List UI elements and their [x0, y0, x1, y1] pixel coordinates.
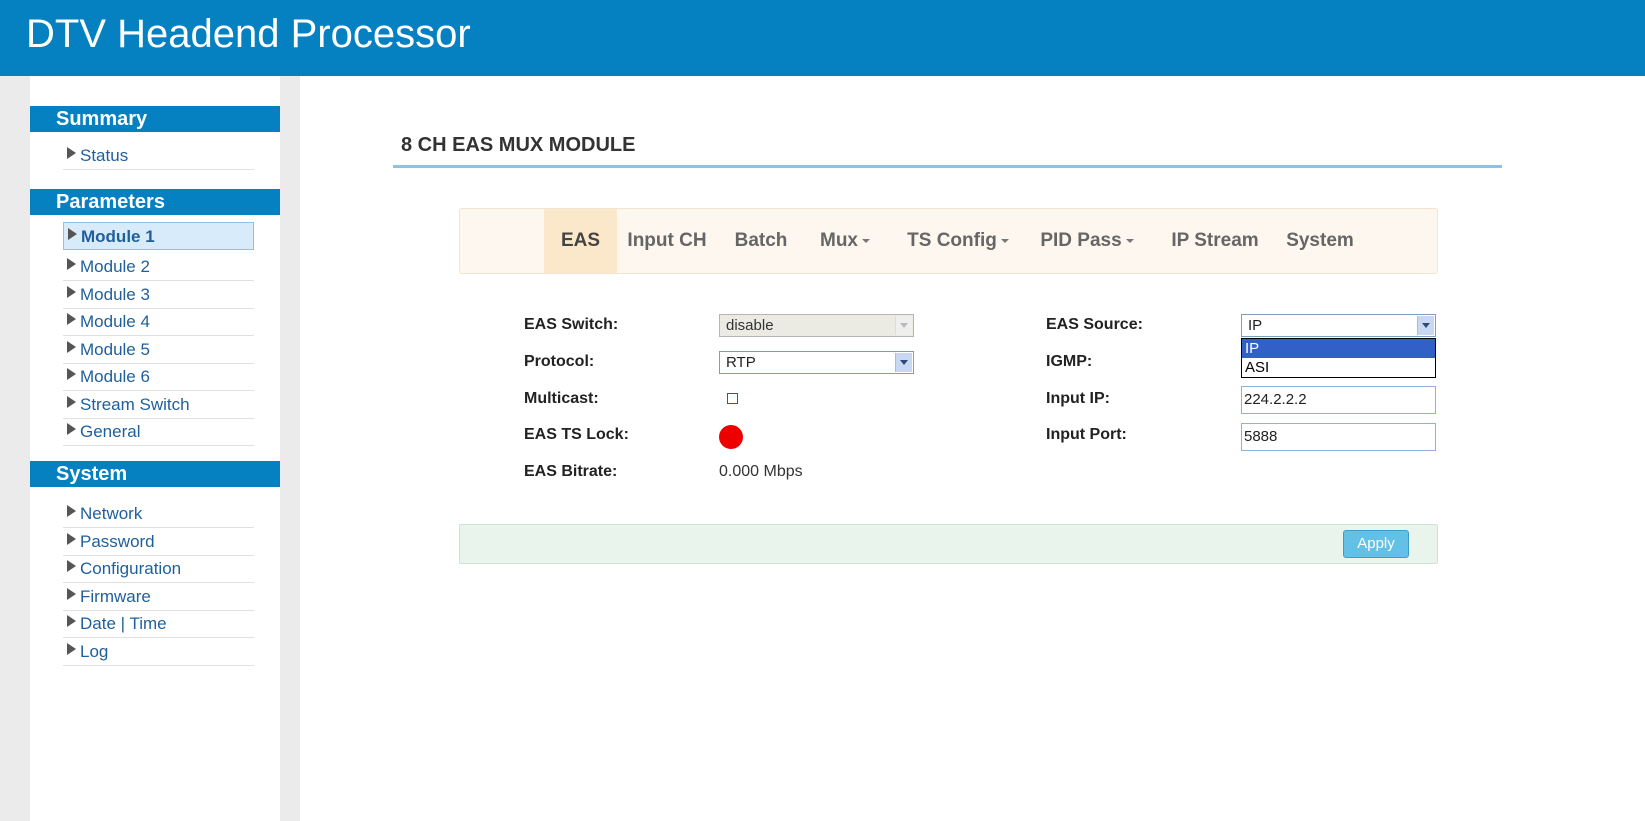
- tab-bar: EAS Input CH Batch Mux TS Config PID Pas…: [459, 208, 1438, 274]
- eas-source-dropdown-list: IP ASI: [1241, 338, 1436, 378]
- title-divider: [393, 165, 1502, 168]
- sidebar-item-module-4[interactable]: Module 4: [63, 308, 254, 336]
- page-title: 8 CH EAS MUX MODULE: [401, 134, 636, 156]
- tab-ts-config[interactable]: TS Config: [899, 209, 1017, 273]
- protocol-label: Protocol:: [524, 353, 595, 370]
- triangle-right-icon: [67, 286, 76, 298]
- caret-down-icon: [1000, 239, 1009, 243]
- triangle-right-icon: [67, 560, 76, 572]
- sidebar-item-general[interactable]: General: [63, 418, 254, 446]
- triangle-right-icon: [67, 368, 76, 380]
- caret-down-icon: [1125, 239, 1134, 243]
- tab-batch[interactable]: Batch: [728, 209, 794, 273]
- tab-eas[interactable]: EAS: [544, 209, 617, 273]
- multicast-checkbox[interactable]: [727, 393, 738, 404]
- eas-source-option-ip[interactable]: IP: [1242, 339, 1435, 358]
- eas-bitrate-value: 0.000 Mbps: [719, 463, 803, 480]
- eas-source-option-asi[interactable]: ASI: [1242, 358, 1435, 377]
- protocol-select[interactable]: RTP: [719, 351, 914, 374]
- main-content: 8 CH EAS MUX MODULE EAS Input CH Batch M…: [300, 76, 1645, 821]
- apply-button[interactable]: Apply: [1343, 530, 1409, 558]
- triangle-right-icon: [67, 341, 76, 353]
- sidebar-item-configuration[interactable]: Configuration: [63, 555, 254, 583]
- eas-switch-label: EAS Switch:: [524, 316, 619, 333]
- igmp-label: IGMP:: [1046, 353, 1093, 370]
- sidebar-item-log[interactable]: Log: [63, 638, 254, 666]
- triangle-right-icon: [67, 396, 76, 408]
- sidebar-item-status[interactable]: Status: [63, 142, 254, 170]
- input-port-label: Input Port:: [1046, 426, 1127, 443]
- sidebar: Summary Status Parameters Module 1 Modul…: [30, 76, 280, 821]
- sidebar-item-stream-switch[interactable]: Stream Switch: [63, 391, 254, 419]
- tab-system[interactable]: System: [1280, 209, 1360, 273]
- triangle-right-icon: [67, 313, 76, 325]
- tab-mux[interactable]: Mux: [810, 209, 880, 273]
- triangle-right-icon: [67, 533, 76, 545]
- app-header: DTV Headend Processor: [0, 0, 1645, 76]
- sidebar-item-module-6[interactable]: Module 6: [63, 363, 254, 391]
- sidebar-section-parameters: Parameters: [30, 189, 280, 215]
- tab-input-ch[interactable]: Input CH: [623, 209, 711, 273]
- sidebar-item-date-time[interactable]: Date | Time: [63, 610, 254, 638]
- sidebar-item-module-5[interactable]: Module 5: [63, 336, 254, 364]
- triangle-right-icon: [67, 643, 76, 655]
- eas-ts-lock-label: EAS TS Lock:: [524, 426, 629, 443]
- sidebar-item-module-1[interactable]: Module 1: [63, 222, 254, 250]
- triangle-right-icon: [67, 615, 76, 627]
- triangle-right-icon: [67, 147, 76, 159]
- sidebar-item-firmware[interactable]: Firmware: [63, 583, 254, 611]
- input-port-field[interactable]: 5888: [1241, 423, 1436, 451]
- input-ip-field[interactable]: 224.2.2.2: [1241, 386, 1436, 414]
- ts-lock-status-indicator: [719, 425, 743, 449]
- sidebar-item-module-3[interactable]: Module 3: [63, 281, 254, 309]
- tab-pid-pass[interactable]: PID Pass: [1032, 209, 1142, 273]
- eas-source-select[interactable]: IP: [1241, 314, 1436, 337]
- caret-down-icon: [862, 239, 870, 243]
- action-bar: Apply: [459, 524, 1438, 564]
- eas-switch-select: disable: [719, 314, 914, 337]
- sidebar-item-network[interactable]: Network: [63, 500, 254, 528]
- triangle-right-icon: [68, 228, 77, 240]
- app-title: DTV Headend Processor: [26, 12, 471, 56]
- sidebar-item-module-2[interactable]: Module 2: [63, 253, 254, 281]
- eas-bitrate-label: EAS Bitrate:: [524, 463, 618, 480]
- tab-ip-stream[interactable]: IP Stream: [1160, 209, 1270, 273]
- chevron-down-icon: [895, 316, 912, 335]
- sidebar-section-system: System: [30, 461, 280, 487]
- sidebar-section-summary: Summary: [30, 106, 280, 132]
- triangle-right-icon: [67, 505, 76, 517]
- triangle-right-icon: [67, 258, 76, 270]
- input-ip-label: Input IP:: [1046, 390, 1110, 407]
- chevron-down-icon: [895, 353, 912, 372]
- chevron-down-icon: [1417, 316, 1434, 335]
- sidebar-item-password[interactable]: Password: [63, 528, 254, 556]
- triangle-right-icon: [67, 588, 76, 600]
- eas-source-label: EAS Source:: [1046, 316, 1143, 333]
- triangle-right-icon: [67, 423, 76, 435]
- multicast-label: Multicast:: [524, 390, 599, 407]
